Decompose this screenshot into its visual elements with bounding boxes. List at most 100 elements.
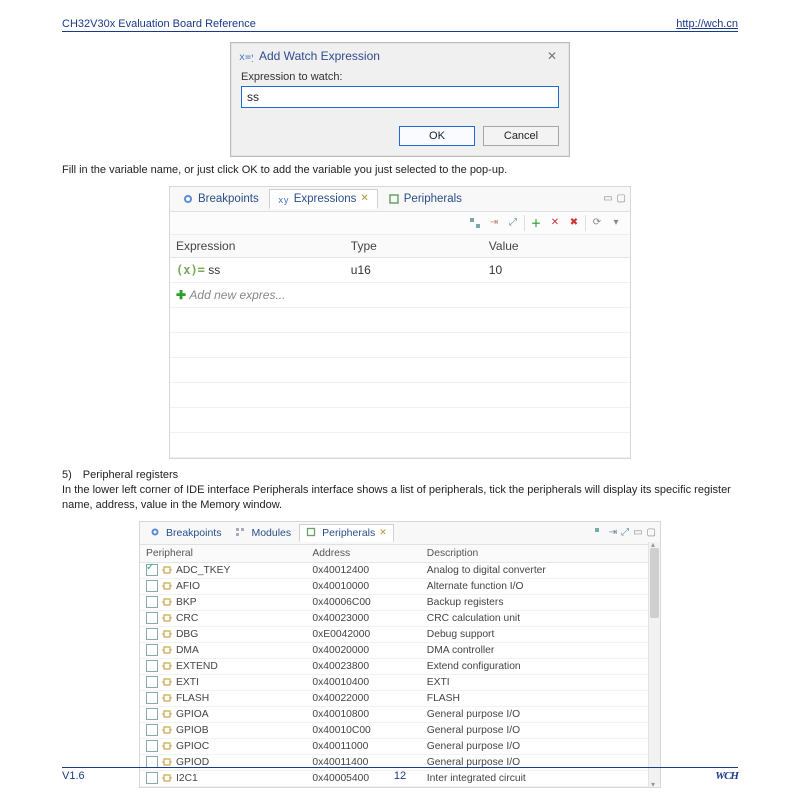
tab-peripherals-2[interactable]: Peripherals ✕: [299, 524, 394, 542]
table-row[interactable]: GPIOB0x40010C00General purpose I/O: [140, 722, 660, 738]
expand-icon[interactable]: ⤢: [505, 215, 521, 231]
maximize-icon[interactable]: ▢: [617, 193, 626, 204]
toolbar-btn-1[interactable]: [594, 527, 605, 538]
watch-icon: x=y: [239, 49, 253, 63]
chip-icon: [162, 645, 172, 655]
peripheral-checkbox[interactable]: [146, 564, 158, 576]
tab-close-icon[interactable]: ✕: [379, 527, 387, 538]
peripheral-checkbox[interactable]: [146, 660, 158, 672]
peripherals-table: Peripheral Address Description ADC_TKEY0…: [140, 545, 660, 787]
peripheral-checkbox[interactable]: [146, 708, 158, 720]
add-icon[interactable]: ＋: [528, 215, 544, 231]
peripheral-checkbox[interactable]: [146, 580, 158, 592]
col-peripheral[interactable]: Peripheral: [140, 545, 306, 563]
remove-all-icon[interactable]: ✖: [566, 215, 582, 231]
minimize-icon[interactable]: ▭: [603, 193, 612, 204]
peripheral-checkbox[interactable]: [146, 676, 158, 688]
peripheral-description: FLASH: [421, 690, 634, 706]
scroll-thumb[interactable]: [650, 548, 659, 618]
caption-fill-variable: Fill in the variable name, or just click…: [62, 163, 738, 178]
chip-icon: [162, 677, 172, 687]
table-row[interactable]: DMA0x40020000DMA controller: [140, 642, 660, 658]
document-footer: V1.6 12 WCH: [62, 767, 738, 782]
expression-input[interactable]: ss: [241, 86, 559, 108]
tab-modules[interactable]: Modules: [229, 525, 297, 541]
close-icon[interactable]: ✕: [543, 49, 561, 63]
peripheral-address: 0xE0042000: [306, 626, 420, 642]
remove-icon[interactable]: ✕: [547, 215, 563, 231]
tab-breakpoints[interactable]: Breakpoints: [174, 190, 267, 208]
peripheral-name: GPIOB: [176, 725, 209, 736]
table-row[interactable]: AFIO0x40010000Alternate function I/O: [140, 578, 660, 594]
peripheral-name: CRC: [176, 613, 198, 624]
peripheral-name: GPIOA: [176, 709, 209, 720]
menu-icon[interactable]: ▾: [608, 215, 624, 231]
peripheral-description: Extend configuration: [421, 658, 634, 674]
add-watch-dialog: x=y Add Watch Expression ✕ Expression to…: [230, 42, 570, 157]
peripheral-address: 0x40006C00: [306, 594, 420, 610]
peripherals-icon: [306, 527, 318, 539]
minimize-icon[interactable]: ▭: [633, 527, 642, 538]
table-row[interactable]: CRC0x40023000CRC calculation unit: [140, 610, 660, 626]
chip-icon: [162, 661, 172, 671]
peripheral-address: 0x40022000: [306, 690, 420, 706]
tab-peripherals[interactable]: Peripherals: [380, 190, 470, 208]
document-header: CH32V30x Evaluation Board Reference http…: [62, 18, 738, 32]
tab-close-icon[interactable]: ✕: [360, 193, 368, 204]
peripheral-checkbox[interactable]: [146, 596, 158, 608]
peripheral-name: EXTEND: [176, 661, 218, 672]
refresh-icon[interactable]: ⟳: [589, 215, 605, 231]
table-row[interactable]: EXTI0x40010400EXTI: [140, 674, 660, 690]
peripheral-address: 0x40023000: [306, 610, 420, 626]
table-row[interactable]: (x)= ss u16 10: [170, 257, 630, 282]
chip-icon: [162, 741, 172, 751]
section-5-heading: 5) Peripheral registers: [62, 469, 738, 481]
maximize-icon[interactable]: ▢: [647, 527, 656, 538]
col-type[interactable]: Type: [345, 235, 483, 258]
peripheral-checkbox[interactable]: [146, 644, 158, 656]
table-row[interactable]: EXTEND 0x40023800Extend configuration: [140, 658, 660, 674]
peripheral-checkbox[interactable]: [146, 692, 158, 704]
version: V1.6: [62, 770, 85, 782]
expressions-panel: Breakpoints xy Expressions ✕ Peripherals…: [169, 186, 631, 459]
chip-icon: [162, 581, 172, 591]
toolbar-btn-2[interactable]: ⇥: [609, 527, 617, 538]
peripheral-name: ADC_TKEY: [176, 565, 230, 576]
peripheral-name: EXTI: [176, 677, 199, 688]
peripheral-description: General purpose I/O: [421, 706, 634, 722]
peripheral-address: 0x40011000: [306, 738, 420, 754]
add-new-expression-row[interactable]: ✚ Add new expres...: [170, 282, 630, 307]
col-value[interactable]: Value: [483, 235, 630, 258]
chip-icon: [162, 565, 172, 575]
table-row[interactable]: GPIOA0x40010800General purpose I/O: [140, 706, 660, 722]
section-5-body: In the lower left corner of IDE interfac…: [62, 483, 738, 513]
peripherals-icon: [388, 193, 400, 205]
toolbar-btn-3[interactable]: ⤢: [621, 527, 629, 538]
col-description[interactable]: Description: [421, 545, 634, 563]
vertical-scrollbar[interactable]: ▴ ▾: [648, 542, 660, 787]
cancel-button[interactable]: Cancel: [483, 126, 559, 146]
dialog-title: Add Watch Expression: [259, 49, 380, 63]
table-row[interactable]: BKP0x40006C00Backup registers: [140, 594, 660, 610]
peripheral-address: 0x40020000: [306, 642, 420, 658]
table-row[interactable]: GPIOC0x40011000General purpose I/O: [140, 738, 660, 754]
table-row[interactable]: ADC_TKEY0x40012400Analog to digital conv…: [140, 562, 660, 578]
tree-icon[interactable]: [467, 215, 483, 231]
table-row[interactable]: FLASH0x40022000FLASH: [140, 690, 660, 706]
vendor-logo: WCH: [715, 770, 738, 782]
ok-button[interactable]: OK: [399, 126, 475, 146]
col-address[interactable]: Address: [306, 545, 420, 563]
table-row[interactable]: DBG0xE0042000Debug support: [140, 626, 660, 642]
peripheral-checkbox[interactable]: [146, 724, 158, 736]
variable-icon: (x)=: [176, 263, 205, 277]
peripheral-name: GPIOD: [176, 757, 209, 768]
peripheral-checkbox[interactable]: [146, 740, 158, 752]
peripheral-checkbox[interactable]: [146, 628, 158, 640]
collapse-icon[interactable]: ⇥: [486, 215, 502, 231]
peripheral-checkbox[interactable]: [146, 612, 158, 624]
tab-breakpoints-2[interactable]: Breakpoints: [144, 525, 227, 541]
col-expression[interactable]: Expression: [170, 235, 345, 258]
tab-expressions[interactable]: xy Expressions ✕: [269, 189, 378, 209]
doc-url-link[interactable]: http://wch.cn: [676, 18, 738, 30]
peripheral-address: 0x40023800: [306, 658, 420, 674]
